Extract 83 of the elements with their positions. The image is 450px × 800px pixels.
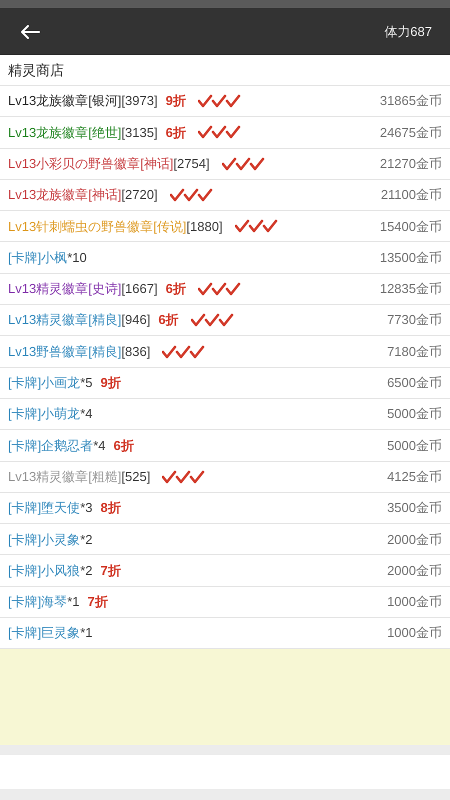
item-price: 2000金币: [387, 562, 442, 580]
item-price: 24675金币: [380, 124, 442, 142]
item-name: Lv13龙族徽章[绝世]: [8, 124, 122, 142]
item-price: 4125金币: [387, 468, 442, 486]
item-suffix: [1667]: [121, 280, 158, 298]
item-price: 1000金币: [387, 593, 442, 612]
item-name: [卡牌]小枫: [8, 248, 68, 267]
item-name: [卡牌]巨灵象: [8, 624, 80, 642]
item-suffix: *10: [67, 248, 87, 267]
item-suffix: [525]: [121, 468, 150, 486]
shop-item-row[interactable]: [卡牌]小萌龙*4 5000金币: [0, 398, 450, 430]
stamina-label: 体力687: [384, 22, 432, 41]
shop-item-row[interactable]: Lv13龙族徽章[神话][2720] 21100金币: [0, 180, 450, 212]
item-name: [卡牌]海琴: [8, 593, 68, 612]
item-suffix: *4: [80, 405, 93, 424]
shop-item-row[interactable]: Lv13精灵徽章[粗糙][525] 4125金币: [0, 462, 450, 493]
shop-item-row[interactable]: [卡牌]小风狼*2 7折 2000金币: [0, 555, 450, 587]
discount-label: 9折: [166, 92, 186, 110]
item-name: Lv13精灵徽章[精良]: [8, 311, 122, 330]
item-price: 7180金币: [387, 342, 442, 361]
item-suffix: [2720]: [121, 186, 158, 204]
item-price: 6500金币: [387, 374, 442, 392]
item-price: 2000金币: [387, 530, 442, 549]
item-suffix: [3135]: [121, 124, 158, 142]
discount-label: 6折: [158, 311, 179, 330]
shop-item-row[interactable]: [卡牌]企鹅忍者*4 6折 5000金币: [0, 430, 450, 462]
item-suffix: *4: [93, 436, 106, 455]
item-suffix: *2: [80, 530, 93, 549]
item-suffix: *1: [80, 624, 93, 642]
item-name: Lv13精灵徽章[粗糙]: [8, 468, 122, 486]
item-suffix: [3973]: [121, 92, 158, 110]
item-suffix: [2754]: [173, 154, 210, 173]
shop-item-row[interactable]: Lv13精灵徽章[史诗][1667] 6折 12835金币: [0, 274, 450, 306]
item-name: [卡牌]堕天使: [8, 499, 80, 518]
item-price: 7730金币: [387, 311, 442, 330]
item-name: [卡牌]小萌龙: [8, 405, 80, 424]
item-suffix: *5: [80, 374, 93, 392]
item-price: 15400金币: [380, 218, 442, 236]
back-arrow-icon[interactable]: [20, 24, 40, 40]
item-name: Lv13小彩贝の野兽徽章[神话]: [8, 154, 174, 173]
item-suffix: [836]: [121, 342, 150, 361]
item-suffix: *3: [80, 499, 93, 518]
item-price: 5000金币: [387, 436, 442, 455]
item-price: 1000金币: [387, 624, 442, 642]
shop-item-row[interactable]: Lv13精灵徽章[精良][946] 6折 7730金币: [0, 305, 450, 336]
discount-label: 6折: [114, 436, 134, 455]
item-name: Lv13针刺蠕虫の野兽徽章[传说]: [8, 218, 186, 236]
discount-label: 6折: [166, 124, 186, 142]
item-price: 5000金币: [387, 405, 442, 424]
shop-item-row[interactable]: Lv13小彩贝の野兽徽章[神话][2754] 21270金币: [0, 148, 450, 180]
discount-label: 8折: [100, 499, 121, 518]
item-suffix: *2: [80, 562, 93, 580]
item-price: 3500金币: [387, 499, 442, 518]
discount-label: 9折: [100, 374, 121, 392]
item-price: 13500金币: [380, 248, 442, 267]
item-suffix: *1: [67, 593, 80, 612]
shop-item-row[interactable]: [卡牌]堕天使*3 8折 3500金币: [0, 492, 450, 524]
shop-item-row[interactable]: [卡牌]小画龙*5 9折 6500金币: [0, 368, 450, 399]
item-name: [卡牌]企鹅忍者: [8, 436, 94, 455]
shop-item-row[interactable]: Lv13野兽徽章[精良][836] 7180金币: [0, 336, 450, 368]
item-name: Lv13龙族徽章[神话]: [8, 186, 122, 204]
shop-item-row[interactable]: Lv13针刺蠕虫の野兽徽章[传说][1880] 15400金币: [0, 211, 450, 242]
item-price: 21270金币: [380, 154, 442, 173]
shop-item-row[interactable]: Lv13龙族徽章[银河][3973] 9折 31865金币: [0, 86, 450, 118]
shop-item-row[interactable]: Lv13龙族徽章[绝世][3135] 6折 24675金币: [0, 117, 450, 149]
item-suffix: [946]: [121, 311, 150, 330]
item-price: 31865金币: [380, 92, 442, 110]
item-suffix: [1880]: [186, 218, 223, 236]
discount-label: 7折: [88, 593, 108, 612]
item-name: Lv13龙族徽章[银河]: [8, 92, 122, 110]
item-name: Lv13精灵徽章[史诗]: [8, 280, 122, 298]
item-price: 21100金币: [380, 186, 442, 204]
shop-item-row[interactable]: [卡牌]小枫*10 13500金币: [0, 242, 450, 274]
item-name: Lv13野兽徽章[精良]: [8, 342, 122, 361]
shop-title: 精灵商店: [8, 60, 64, 80]
shop-item-row[interactable]: [卡牌]海琴*1 7折 1000金币: [0, 586, 450, 618]
shop-item-row[interactable]: [卡牌]小灵象*2 2000金币: [0, 524, 450, 556]
discount-label: 7折: [100, 562, 121, 580]
item-price: 12835金币: [380, 280, 442, 298]
discount-label: 6折: [166, 280, 186, 298]
item-name: [卡牌]小风狼: [8, 562, 80, 580]
item-name: [卡牌]小画龙: [8, 374, 80, 392]
item-name: [卡牌]小灵象: [8, 530, 80, 549]
